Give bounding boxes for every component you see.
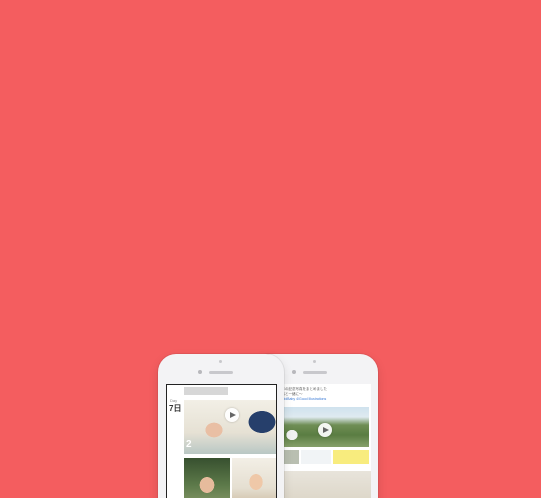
front-camera xyxy=(198,370,202,374)
color-swatch-yellow xyxy=(333,450,369,464)
photo-baby-bath[interactable]: 2 xyxy=(184,400,276,454)
earpiece-speaker xyxy=(209,371,233,374)
proximity-sensor xyxy=(313,360,316,363)
photo-flower-field[interactable] xyxy=(278,407,369,447)
color-swatch-white xyxy=(301,450,331,464)
earpiece-speaker xyxy=(303,371,327,374)
date-day: 7日 xyxy=(169,404,182,413)
post-text-line-1: 今年の記念写真をまとめました xyxy=(278,387,327,391)
photo-baby-outdoor[interactable] xyxy=(184,458,230,498)
photo-count-overlay: 2 xyxy=(186,439,192,450)
date-label: Day xyxy=(170,398,178,403)
post-link[interactable]: CupidBaby 4/Good Illustrations xyxy=(278,397,326,402)
play-icon[interactable] xyxy=(318,423,332,437)
play-icon[interactable] xyxy=(225,408,239,422)
proximity-sensor xyxy=(219,360,222,363)
phone-screen-left: Day 7日 2 xyxy=(166,384,277,498)
front-camera xyxy=(292,370,296,374)
app-root: { "background_color": "#f45d5f", "left_p… xyxy=(0,0,541,498)
phone-mockup-left: Day 7日 2 xyxy=(158,354,284,498)
photo-baby-portrait[interactable] xyxy=(232,458,276,498)
header-bar xyxy=(184,387,228,395)
